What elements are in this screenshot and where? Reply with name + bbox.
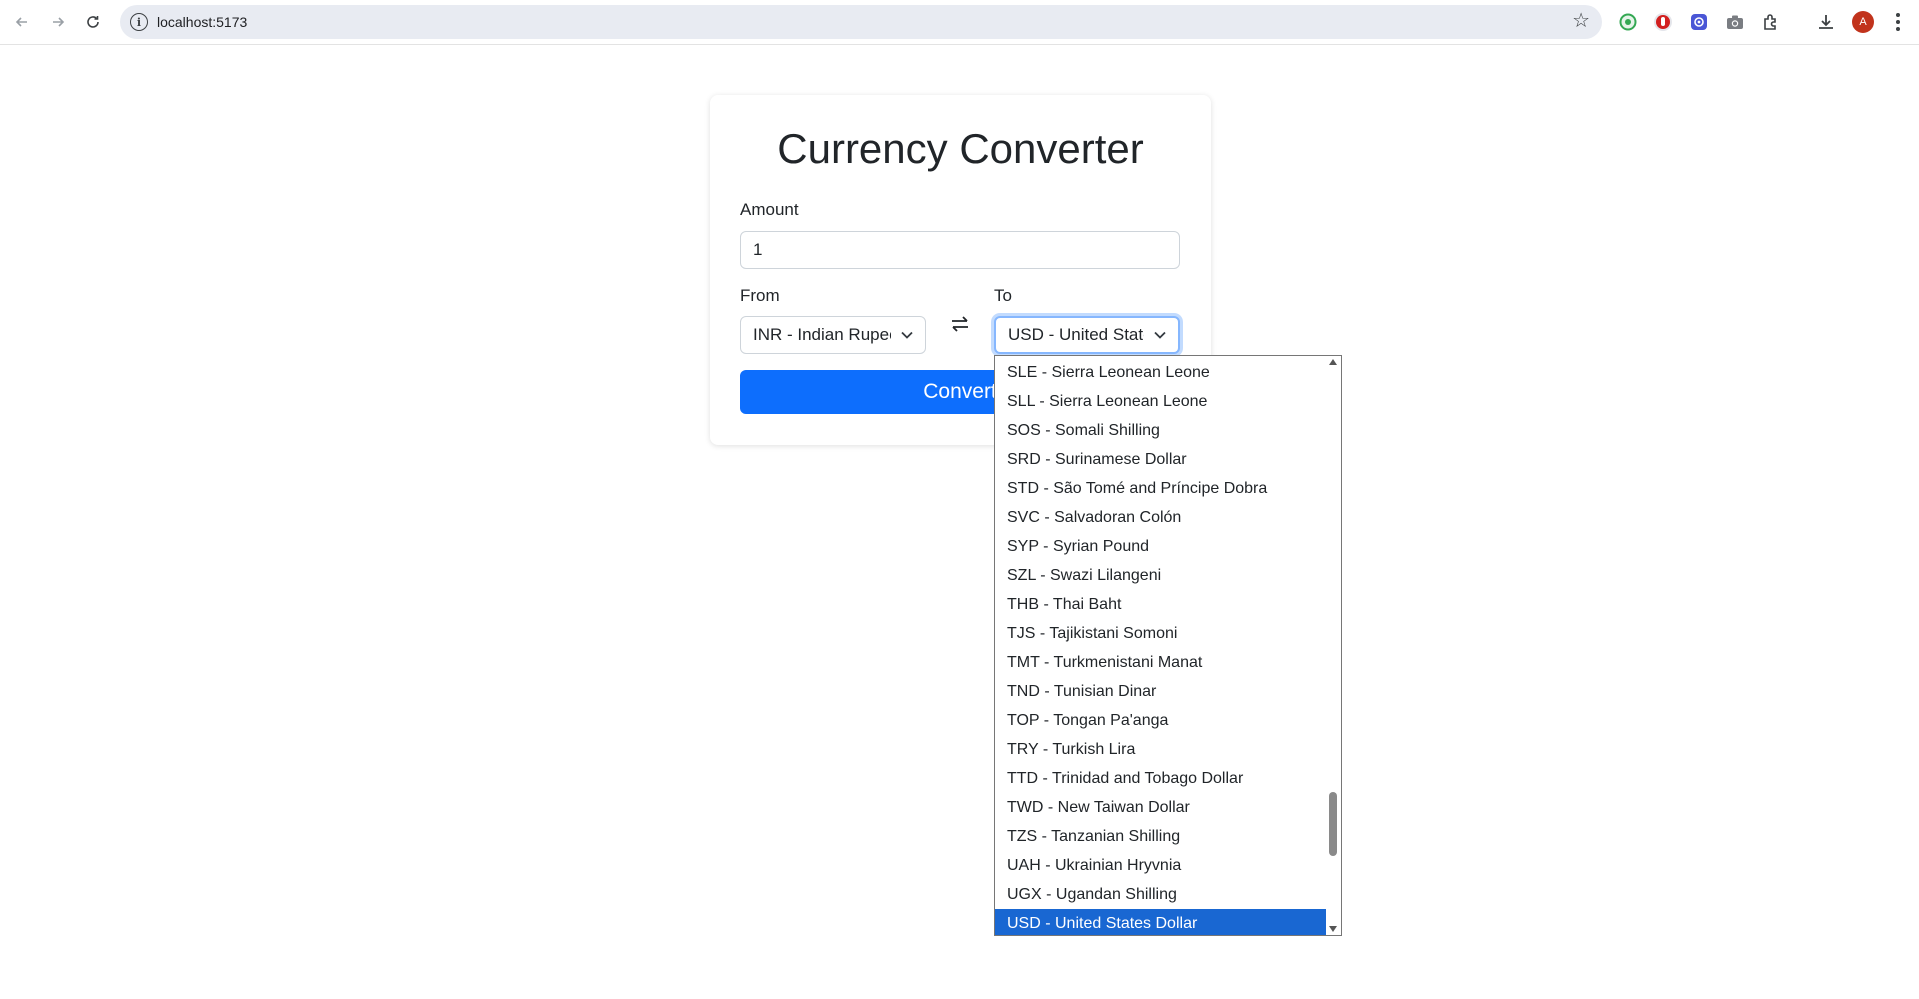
reload-button[interactable] bbox=[81, 10, 105, 34]
amount-label: Amount bbox=[740, 200, 799, 219]
from-currency-select[interactable]: INR - Indian Rupee bbox=[740, 316, 926, 354]
forward-button[interactable] bbox=[46, 10, 70, 34]
scroll-down-arrow-icon[interactable] bbox=[1329, 926, 1337, 932]
dropdown-option[interactable]: TRY - Turkish Lira bbox=[995, 735, 1327, 764]
dropdown-option[interactable]: STD - São Tomé and Príncipe Dobra bbox=[995, 474, 1327, 503]
address-url[interactable]: localhost:5173 bbox=[157, 14, 247, 30]
info-icon[interactable]: i bbox=[130, 13, 148, 31]
extension-red-icon[interactable] bbox=[1652, 11, 1674, 33]
chevron-down-icon bbox=[1154, 318, 1166, 352]
camera-icon[interactable] bbox=[1724, 11, 1746, 33]
amount-input[interactable]: 1 bbox=[740, 231, 1180, 269]
dropdown-option[interactable]: TTD - Trinidad and Tobago Dollar bbox=[995, 764, 1327, 793]
dropdown-option[interactable]: USD - United States Dollar bbox=[995, 909, 1327, 935]
dropdown-option[interactable]: UAH - Ukrainian Hryvnia bbox=[995, 851, 1327, 880]
to-label: To bbox=[994, 286, 1012, 305]
download-icon[interactable] bbox=[1815, 11, 1837, 33]
to-currency-value: USD - United States Dollar bbox=[1008, 325, 1144, 344]
reload-icon bbox=[87, 16, 99, 28]
scroll-up-arrow-icon[interactable] bbox=[1329, 359, 1337, 365]
star-icon[interactable]: ☆ bbox=[1572, 11, 1590, 31]
chevron-down-icon bbox=[901, 317, 913, 353]
menu-icon[interactable] bbox=[1893, 9, 1903, 35]
extension-green-icon[interactable] bbox=[1617, 11, 1639, 33]
from-label: From bbox=[740, 286, 780, 305]
dropdown-option[interactable]: SLL - Sierra Leonean Leone bbox=[995, 387, 1327, 416]
dropdown-option[interactable]: TMT - Turkmenistani Manat bbox=[995, 648, 1327, 677]
dropdown-option[interactable]: TZS - Tanzanian Shilling bbox=[995, 822, 1327, 851]
to-currency-select[interactable]: USD - United States Dollar bbox=[994, 316, 1180, 354]
back-button[interactable] bbox=[10, 10, 34, 34]
dropdown-option[interactable]: SVC - Salvadoran Colón bbox=[995, 503, 1327, 532]
dropdown-option[interactable]: SYP - Syrian Pound bbox=[995, 532, 1327, 561]
browser-toolbar: i localhost:5173 ☆ A bbox=[0, 0, 1919, 45]
arrow-left-icon bbox=[15, 17, 27, 27]
to-currency-dropdown[interactable]: SLE - Sierra Leonean Leone SLL - Sierra L… bbox=[994, 355, 1342, 936]
dropdown-option[interactable]: SRD - Surinamese Dollar bbox=[995, 445, 1327, 474]
scrollbar-thumb[interactable] bbox=[1329, 792, 1337, 856]
dropdown-option[interactable]: UGX - Ugandan Shilling bbox=[995, 880, 1327, 909]
dropdown-option[interactable]: SOS - Somali Shilling bbox=[995, 416, 1327, 445]
address-bar[interactable]: i localhost:5173 ☆ bbox=[120, 5, 1602, 39]
swap-arrows-icon bbox=[952, 316, 968, 332]
profile-avatar[interactable]: A bbox=[1852, 11, 1874, 33]
dropdown-option[interactable]: TOP - Tongan Pa'anga bbox=[995, 706, 1327, 735]
dropdown-scrollbar[interactable] bbox=[1326, 356, 1341, 935]
dropdown-option[interactable]: THB - Thai Baht bbox=[995, 590, 1327, 619]
puzzle-extensions-icon[interactable] bbox=[1760, 11, 1782, 33]
page-title: Currency Converter bbox=[777, 125, 1144, 172]
dropdown-option[interactable]: TND - Tunisian Dinar bbox=[995, 677, 1327, 706]
extension-blue-icon[interactable] bbox=[1688, 11, 1710, 33]
dropdown-option[interactable]: SZL - Swazi Lilangeni bbox=[995, 561, 1327, 590]
arrow-right-icon bbox=[53, 17, 65, 27]
dropdown-option[interactable]: SLE - Sierra Leonean Leone bbox=[995, 358, 1327, 387]
dropdown-option[interactable]: TWD - New Taiwan Dollar bbox=[995, 793, 1327, 822]
dropdown-option[interactable]: TJS - Tajikistani Somoni bbox=[995, 619, 1327, 648]
swap-button[interactable] bbox=[940, 309, 980, 339]
from-currency-value: INR - Indian Rupee bbox=[753, 325, 891, 344]
